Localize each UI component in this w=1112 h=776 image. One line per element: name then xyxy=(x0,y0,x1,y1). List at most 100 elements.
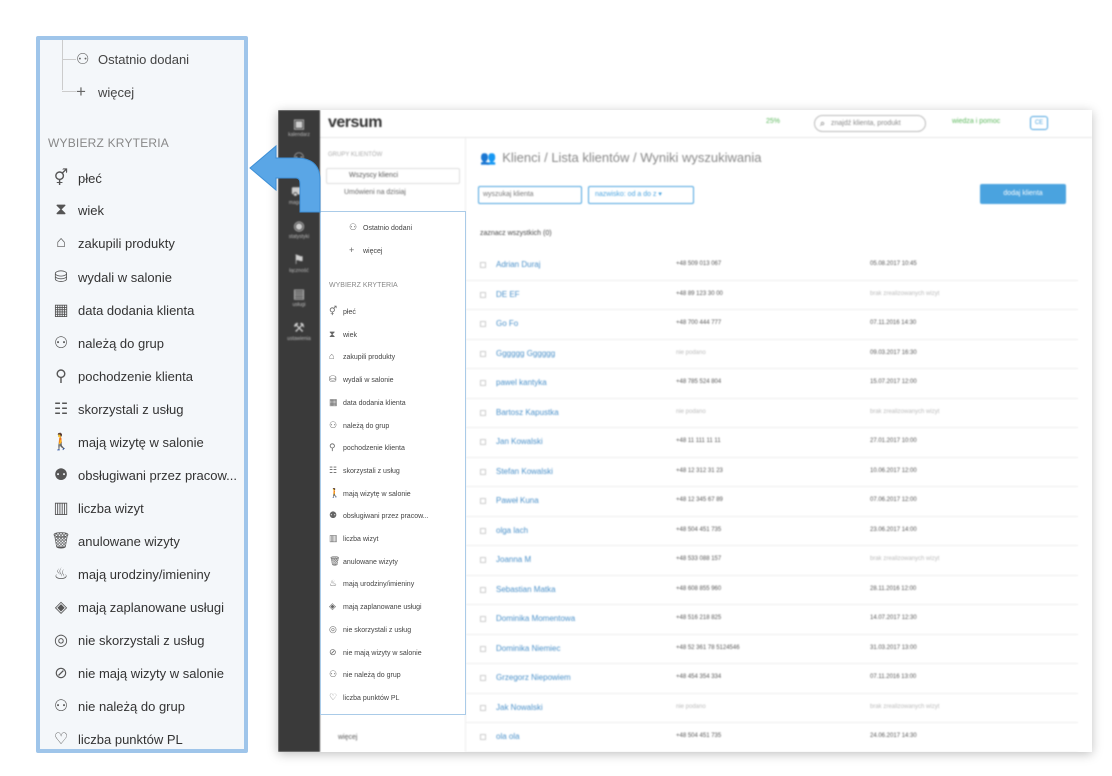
row-checkbox[interactable] xyxy=(480,557,486,563)
criteria-item-small[interactable]: ▦ data dodania klienta xyxy=(329,397,406,408)
client-name-link[interactable]: Bartosz Kapustka xyxy=(496,408,559,417)
criteria-item[interactable]: ⚥ płeć xyxy=(48,168,244,194)
criteria-item-small[interactable]: ⚇ nie należą do grup xyxy=(329,669,401,680)
rail-item[interactable]: ◉ statystyki xyxy=(278,218,320,252)
criteria-item-small[interactable]: ⚇ należą do grup xyxy=(329,420,389,431)
add-client-button[interactable]: dodaj klienta xyxy=(980,184,1066,204)
criteria-item-small[interactable]: ♡ liczba punktów PL xyxy=(329,692,399,703)
row-checkbox[interactable] xyxy=(480,498,486,504)
recent-item[interactable]: ⚇ Ostatnio dodani xyxy=(76,50,189,68)
row-checkbox[interactable] xyxy=(480,409,486,416)
client-row[interactable]: Go Fo +48 700 444 777 07.11.2016 14:30 xyxy=(466,310,1078,340)
client-row[interactable]: Grzegorz Niepowiem +48 454 354 334 07.11.2… xyxy=(466,664,1078,694)
client-name-link[interactable]: Sebastian Matka xyxy=(496,585,556,594)
select-all-checkbox[interactable]: zaznacz wszystkich (0) xyxy=(480,230,552,237)
row-checkbox[interactable] xyxy=(480,675,486,681)
client-row[interactable]: Bartosz Kapustka nie podano brak zrealizow… xyxy=(466,399,1078,428)
criteria-item-small[interactable]: ⚥ płeć xyxy=(329,306,356,317)
criteria-item-small[interactable]: 🚶 mają wizytę w salonie xyxy=(329,488,411,499)
client-name-link[interactable]: Stefan Kowalski xyxy=(496,467,553,476)
criteria-item[interactable]: ⌂ zakupili produkty xyxy=(48,234,244,260)
row-checkbox[interactable] xyxy=(480,527,486,534)
row-checkbox[interactable] xyxy=(480,291,486,298)
criteria-item[interactable]: ◈ mają zaplanowane usługi xyxy=(48,597,244,623)
help-link[interactable]: wiedza i pomoc xyxy=(952,118,1000,125)
rail-item[interactable]: ⚑ łączność xyxy=(278,252,320,286)
row-checkbox[interactable] xyxy=(480,350,486,357)
criteria-item-small[interactable]: ▥ liczba wizyt xyxy=(329,533,378,544)
client-row[interactable]: Adrian Duraj +48 509 013 067 05.08.2017 10… xyxy=(466,251,1078,281)
row-checkbox[interactable] xyxy=(480,586,486,593)
criteria-item-small[interactable]: ☷ skorzystali z usług xyxy=(329,465,400,476)
criteria-item[interactable]: ☷ skorzystali z usług xyxy=(48,399,244,425)
client-name-link[interactable]: pawel kantyka xyxy=(496,378,547,387)
client-name-link[interactable]: Jan Kowalski xyxy=(496,437,543,446)
user-menu-button[interactable]: CE xyxy=(1030,116,1048,130)
criteria-item[interactable]: ⛁ wydali w salonie xyxy=(48,267,244,293)
criteria-item[interactable]: ◎ nie skorzystali z usług xyxy=(48,630,244,656)
row-checkbox[interactable] xyxy=(480,734,486,740)
row-checkbox[interactable] xyxy=(480,616,486,622)
client-name-link[interactable]: Dominika Niemiec xyxy=(496,644,560,653)
client-name-link[interactable]: Adrian Duraj xyxy=(496,260,540,269)
client-name-link[interactable]: Dominika Momentowa xyxy=(496,614,575,623)
criteria-item-small[interactable]: ⊘ nie mają wizyty w salonie xyxy=(329,647,422,658)
criteria-item[interactable]: ⚇ nie należą do grup xyxy=(48,696,244,722)
criteria-item[interactable]: ♨ mają urodziny/imieniny xyxy=(48,564,244,590)
client-name-link[interactable]: Go Fo xyxy=(496,319,518,328)
row-checkbox[interactable] xyxy=(480,468,486,475)
criteria-item[interactable]: 🗑 anulowane wizyty xyxy=(48,531,244,557)
more-item[interactable]: + więcej xyxy=(76,82,134,102)
row-checkbox[interactable] xyxy=(480,439,486,445)
row-checkbox[interactable] xyxy=(480,645,486,652)
client-row[interactable]: pawel kantyka +48 785 524 804 15.07.2017 1… xyxy=(466,369,1078,399)
group-today[interactable]: Umówieni na dzisiaj xyxy=(344,189,406,196)
more-item-small[interactable]: + więcej xyxy=(349,245,382,255)
criteria-item[interactable]: 🚶 mają wizytę w salonie xyxy=(48,432,244,458)
global-search-input[interactable]: ⌕ znajdź klienta, produkt xyxy=(814,115,926,132)
criteria-item-small[interactable]: ◈ mają zaplanowane usługi xyxy=(329,601,422,612)
row-checkbox[interactable] xyxy=(480,321,486,327)
client-name-link[interactable]: Gggggg Gggggg xyxy=(496,349,555,358)
client-row[interactable]: Dominika Niemiec +48 52 361 78 5124546 31.… xyxy=(466,635,1078,664)
row-checkbox[interactable] xyxy=(480,704,486,711)
criteria-item-small[interactable]: ◎ nie skorzystali z usług xyxy=(329,624,411,635)
criteria-item-small[interactable]: ♨ mają urodziny/imieniny xyxy=(329,578,414,589)
criteria-item[interactable]: ▦ data dodania klienta xyxy=(48,300,244,326)
client-row[interactable]: Jak Nowalski nie podano brak zrealizowanyc… xyxy=(466,694,1078,723)
criteria-item[interactable]: ⚇ należą do grup xyxy=(48,333,244,359)
sort-select[interactable]: nazwisko: od a do z ▾ xyxy=(588,186,694,204)
criteria-item[interactable]: ⧗ wiek xyxy=(48,201,244,227)
criteria-item[interactable]: ♡ liczba punktów PL xyxy=(48,729,244,749)
client-search-input[interactable]: wyszukaj klienta xyxy=(478,186,582,204)
criteria-item-small[interactable]: ⌂ zakupili produkty xyxy=(329,351,395,361)
recent-item-small[interactable]: ⚇ Ostatnio dodani xyxy=(349,222,412,233)
client-name-link[interactable]: Paweł Kuna xyxy=(496,496,539,505)
client-row[interactable]: Stefan Kowalski +48 12 312 31 23 10.06.201… xyxy=(466,458,1078,487)
criteria-item-small[interactable]: ⚉ obsługiwani przez pracow... xyxy=(329,510,429,521)
client-name-link[interactable]: Joanna M xyxy=(496,555,531,564)
row-checkbox[interactable] xyxy=(480,380,486,386)
criteria-item[interactable]: ▥ liczba wizyt xyxy=(48,498,244,524)
client-name-link[interactable]: DE EF xyxy=(496,290,520,299)
rail-item[interactable]: ▤ usługi xyxy=(278,286,320,320)
criteria-item[interactable]: ⊘ nie mają wizyty w salonie xyxy=(48,663,244,689)
client-row[interactable]: Sebastian Matka +48 608 855 960 28.11.2016… xyxy=(466,576,1078,605)
row-checkbox[interactable] xyxy=(480,262,486,268)
client-name-link[interactable]: Jak Nowalski xyxy=(496,703,543,712)
criteria-item-small[interactable]: ⚲ pochodzenie klienta xyxy=(329,442,405,453)
client-name-link[interactable]: ola ola xyxy=(496,732,520,741)
criteria-item-small[interactable]: ⧗ wiek xyxy=(329,329,357,340)
client-name-link[interactable]: olga lach xyxy=(496,526,528,535)
client-name-link[interactable]: Grzegorz Niepowiem xyxy=(496,673,571,682)
client-row[interactable]: Gggggg Gggggg nie podano 09.03.2017 16:30 xyxy=(466,340,1078,369)
rail-item[interactable]: ⚒ ustawienia xyxy=(278,320,320,354)
client-row[interactable]: ola ola +48 504 451 735 24.06.2017 14:30 xyxy=(466,723,1078,752)
client-row[interactable]: olga lach +48 504 451 735 23.06.2017 14:00 xyxy=(466,517,1078,546)
criteria-item-small[interactable]: 🗑 anulowane wizyty xyxy=(329,556,398,567)
client-row[interactable]: Dominika Momentowa +48 516 218 825 14.07.2… xyxy=(466,605,1078,635)
client-row[interactable]: DE EF +48 89 123 30 00 brak zrealizowanych… xyxy=(466,281,1078,310)
criteria-item-small[interactable]: ⛁ wydali w salonie xyxy=(329,374,394,385)
criteria-item[interactable]: ⚉ obsługiwani przez pracow... xyxy=(48,465,244,491)
bottom-more-link[interactable]: więcej xyxy=(338,734,357,741)
